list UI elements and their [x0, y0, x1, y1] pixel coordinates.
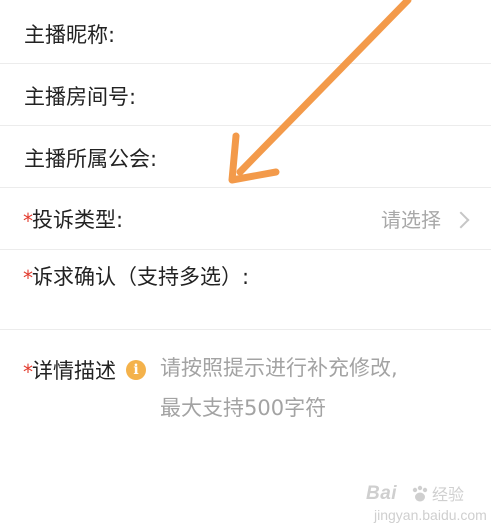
- watermark: Bai 经验 jingyan.baidu.com: [360, 482, 487, 526]
- field-anchor-nickname[interactable]: 主播昵称:: [0, 0, 491, 64]
- required-mark: *: [23, 360, 33, 384]
- field-label-demand-confirm: * 诉求确认（支持多选）:: [23, 264, 250, 290]
- required-mark: *: [23, 266, 33, 290]
- complaint-type-label: 投诉类型:: [32, 208, 124, 232]
- field-complaint-type[interactable]: * 投诉类型: 请选择: [0, 188, 491, 250]
- complaint-type-picker[interactable]: 请选择: [381, 207, 473, 233]
- details-hint-line1: 请按照提示进行补充修改,: [160, 356, 398, 380]
- field-anchor-guild[interactable]: 主播所属公会:: [0, 126, 491, 188]
- watermark-suffix: 经验: [432, 485, 465, 504]
- chevron-right-icon: [452, 211, 470, 229]
- paw-icon: [412, 485, 428, 502]
- field-label-anchor-guild: 主播所属公会:: [24, 147, 158, 171]
- required-mark: *: [23, 209, 33, 233]
- complaint-type-placeholder: 请选择: [381, 208, 441, 232]
- details-hint-line2: 最大支持500字符: [160, 396, 327, 420]
- watermark-url: jingyan.baidu.com: [374, 507, 487, 523]
- field-anchor-room-number[interactable]: 主播房间号:: [0, 64, 491, 126]
- field-label-anchor-nickname: 主播昵称:: [24, 23, 116, 47]
- info-icon[interactable]: i: [126, 360, 146, 380]
- details-textarea-placeholder[interactable]: 请按照提示进行补充修改, 最大支持500字符: [160, 351, 398, 425]
- field-label-anchor-room-number: 主播房间号:: [24, 85, 137, 109]
- field-demand-confirm[interactable]: * 诉求确认（支持多选）:: [0, 250, 491, 330]
- field-label-details: * 详情描述: [23, 358, 116, 384]
- watermark-brand: Bai: [366, 483, 398, 504]
- field-label-complaint-type: * 投诉类型:: [23, 207, 124, 233]
- demand-confirm-label: 诉求确认（支持多选）:: [32, 265, 250, 289]
- details-label: 详情描述: [32, 359, 116, 383]
